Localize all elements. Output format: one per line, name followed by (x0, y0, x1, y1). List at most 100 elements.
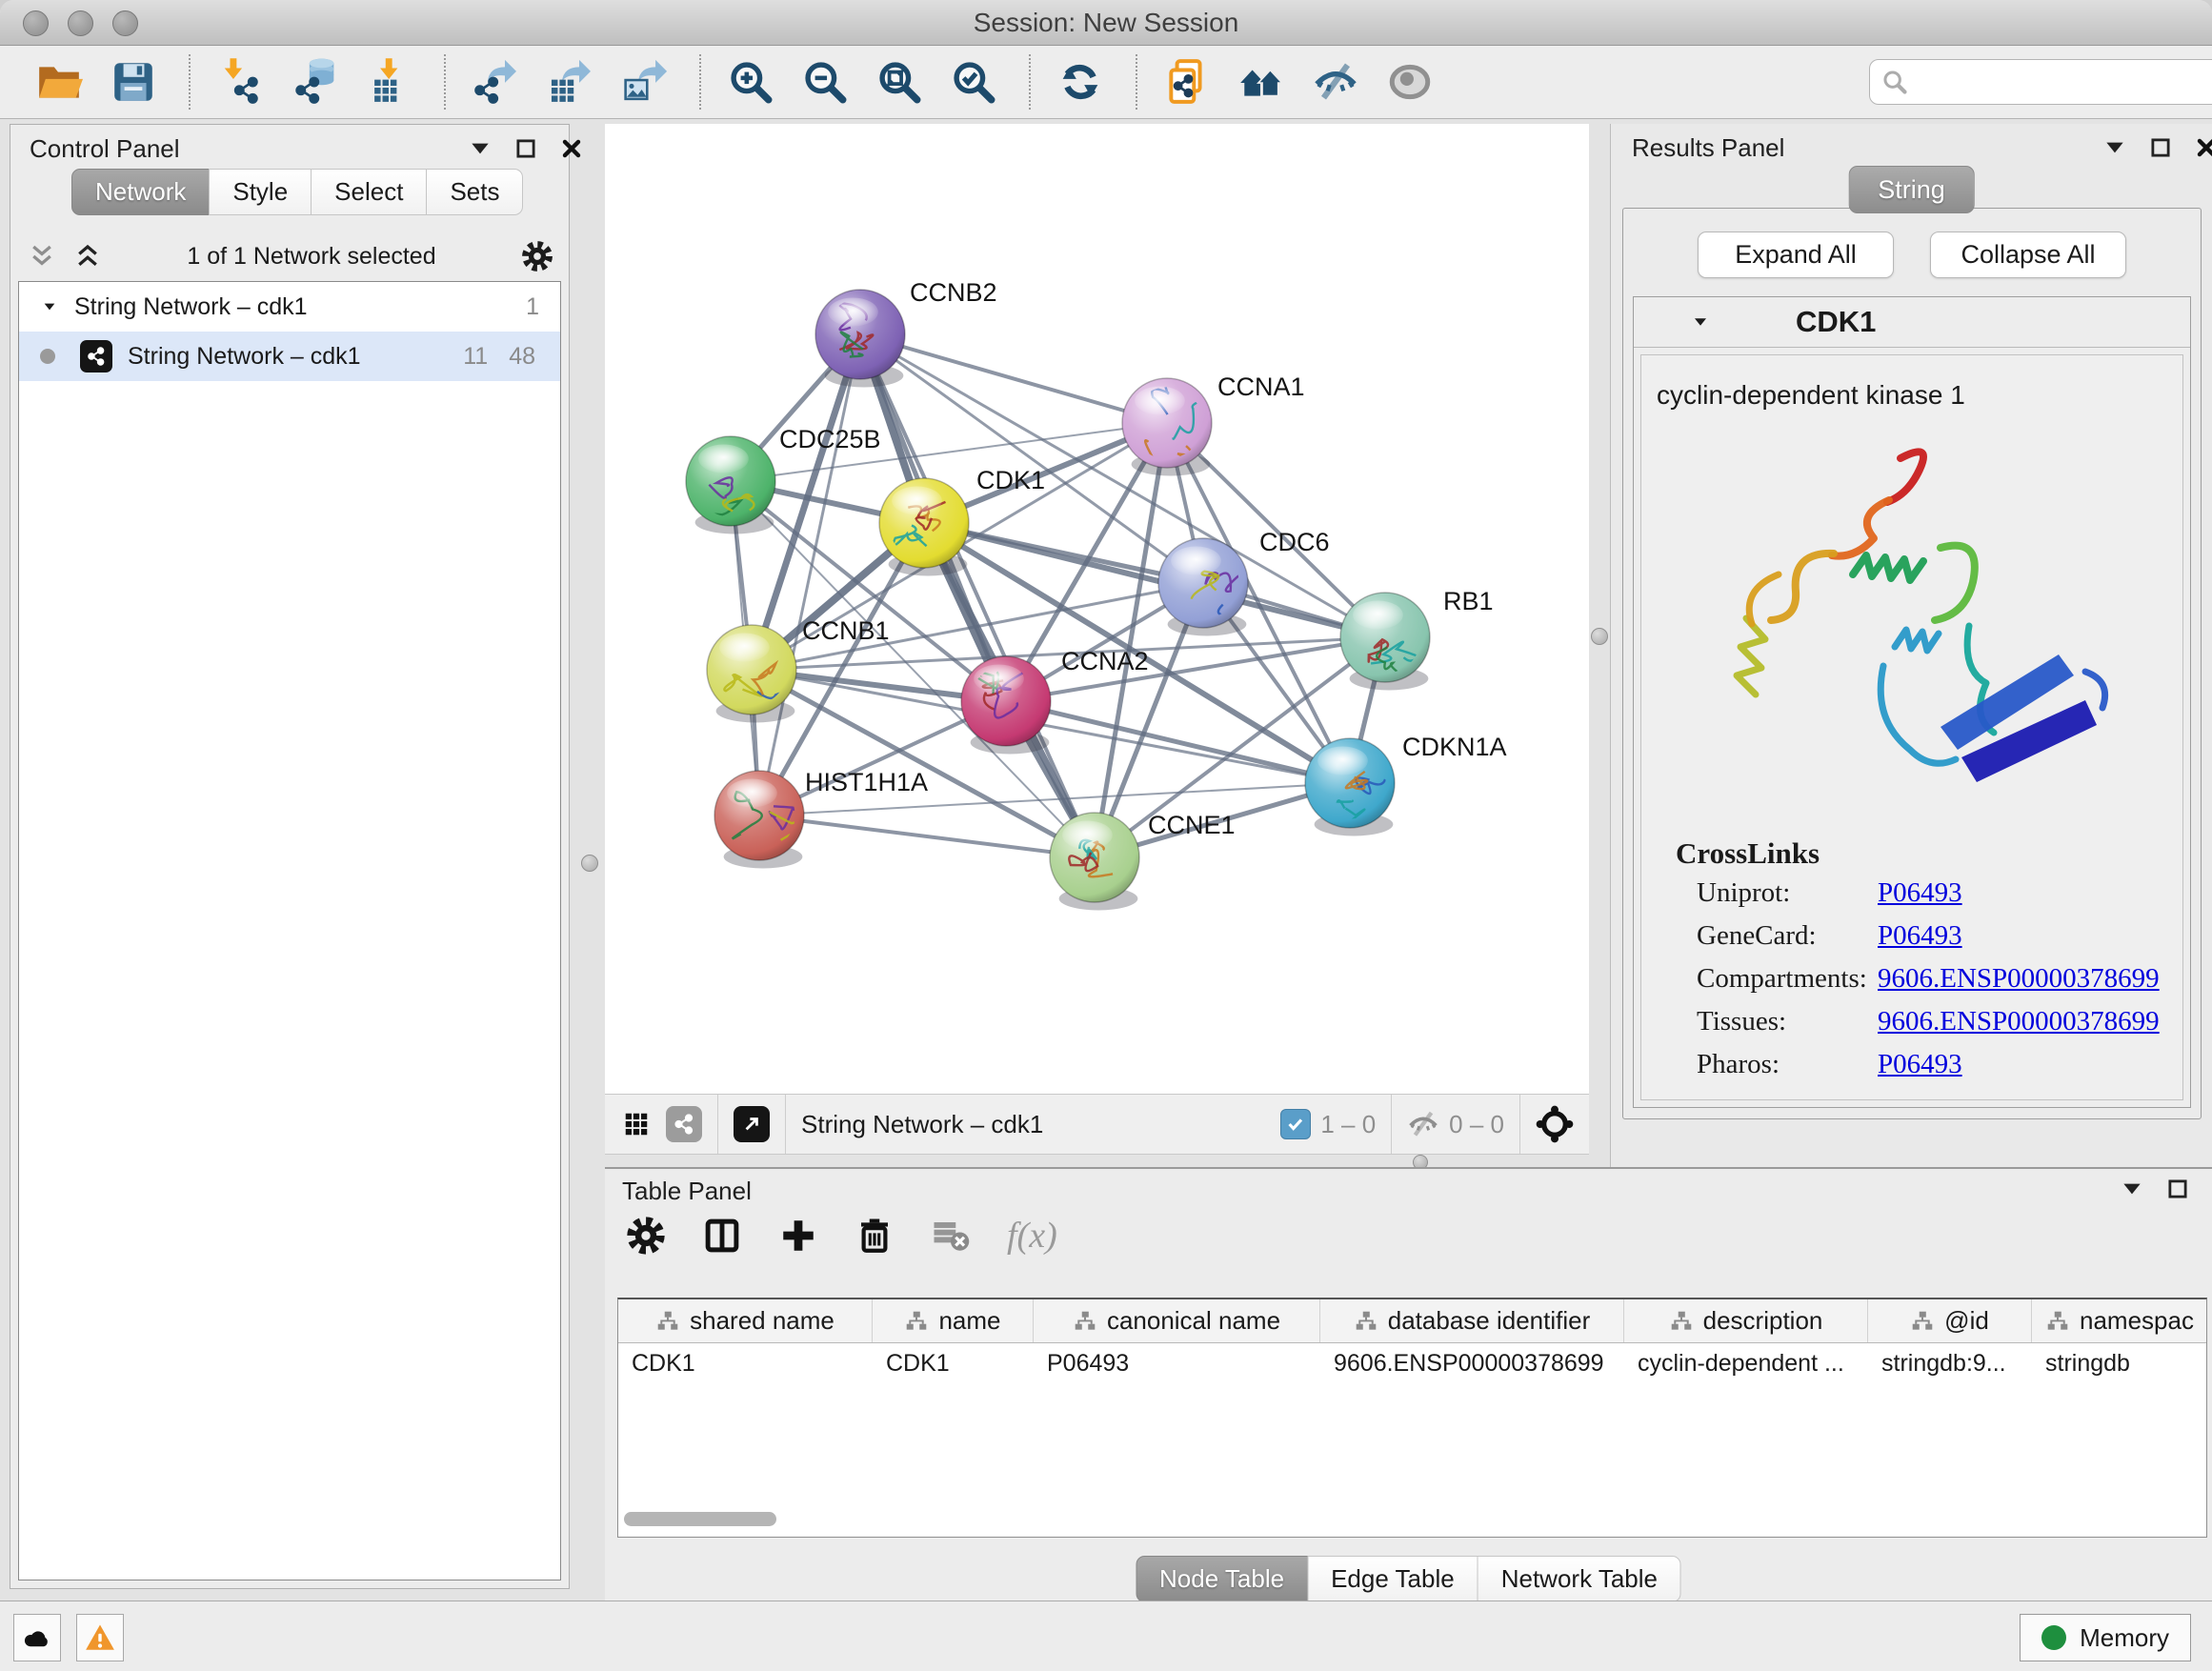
network-node-CCNB2[interactable]: CCNB2 (815, 278, 997, 387)
column-header-database-identifier[interactable]: database identifier (1320, 1299, 1624, 1342)
table-cell[interactable]: stringdb (2032, 1343, 2207, 1385)
zoom-out-button[interactable] (800, 57, 850, 107)
right-splitter-handle[interactable] (1591, 628, 1608, 645)
collection-count: 1 (526, 293, 539, 321)
network-type-icon[interactable] (666, 1106, 702, 1142)
zoom-fit-button[interactable] (875, 57, 924, 107)
crosslink-link[interactable]: P06493 (1878, 1049, 1962, 1080)
network-edge[interactable] (860, 334, 1167, 423)
float-panel-icon[interactable] (513, 136, 538, 161)
export-image-button[interactable] (619, 57, 669, 107)
search-input[interactable] (1908, 68, 2212, 97)
tab-node-table[interactable]: Node Table (1136, 1556, 1308, 1602)
network-row[interactable]: String Network – cdk1 11 48 (19, 332, 560, 381)
table-cell[interactable]: P06493 (1034, 1343, 1320, 1385)
tab-edge-table[interactable]: Edge Table (1307, 1556, 1478, 1602)
network-node-CCNA1[interactable]: CCNA1 (1122, 372, 1305, 475)
tab-sets[interactable]: Sets (426, 169, 523, 215)
network-node-RB1[interactable]: RB1 (1340, 587, 1494, 696)
hide-panel-button[interactable] (1311, 57, 1360, 107)
close-panel-icon[interactable] (559, 136, 584, 161)
crosslink-label: Tissues: (1697, 1006, 1786, 1037)
table-panel-title: Table Panel (622, 1177, 752, 1206)
float-panel-icon[interactable] (2148, 135, 2173, 160)
network-node-CDK1[interactable]: CDK1 (879, 466, 1045, 575)
crosslink-link[interactable]: 9606.ENSP00000378699 (1878, 1006, 2160, 1037)
warnings-button[interactable] (76, 1614, 124, 1661)
zoom-selected-button[interactable] (949, 57, 998, 107)
tab-style[interactable]: Style (209, 169, 312, 215)
node-label-CCNA1: CCNA1 (1217, 372, 1305, 401)
crosslink-row: Compartments:9606.ENSP00000378699 (1641, 963, 2182, 1006)
collapse-panel-icon[interactable] (2120, 1177, 2144, 1201)
crosslink-link[interactable]: 9606.ENSP00000378699 (1878, 963, 2160, 995)
network-view-toolbar: String Network – cdk1 1 – 0 0 – 0 (605, 1094, 1589, 1155)
network-node-HIST1H1A[interactable]: HIST1H1A (714, 768, 928, 868)
collapse-panel-icon[interactable] (468, 136, 493, 161)
open-session-button[interactable] (34, 57, 84, 107)
table-options-gear-icon[interactable] (626, 1216, 666, 1256)
export-table-button[interactable] (545, 57, 594, 107)
import-network-database-button[interactable] (290, 57, 339, 107)
float-panel-icon[interactable] (2165, 1177, 2190, 1201)
table-cell[interactable]: CDK1 (618, 1343, 873, 1385)
table-cell[interactable]: stringdb:9... (1868, 1343, 2032, 1385)
network-collection-row[interactable]: String Network – cdk1 1 (19, 282, 560, 332)
export-network-button[interactable] (471, 57, 520, 107)
home-button[interactable] (1237, 57, 1286, 107)
column-header--id[interactable]: @id (1868, 1299, 2032, 1342)
tab-string[interactable]: String (1848, 166, 1975, 213)
collapse-all-icon[interactable] (28, 242, 56, 271)
network-options-gear-icon[interactable] (521, 240, 553, 272)
network-node-CCNE1[interactable]: CCNE1 (1050, 811, 1236, 910)
network-edge[interactable] (759, 815, 1095, 857)
expander-icon[interactable] (40, 299, 59, 314)
table-cell[interactable]: CDK1 (873, 1343, 1034, 1385)
table-cell[interactable]: cyclin-dependent ... (1624, 1343, 1868, 1385)
tab-select[interactable]: Select (311, 169, 427, 215)
show-columns-icon[interactable] (702, 1216, 742, 1256)
expand-all-button[interactable]: Expand All (1698, 232, 1894, 278)
tab-network-table[interactable]: Network Table (1478, 1556, 1681, 1602)
column-header-description[interactable]: description (1624, 1299, 1868, 1342)
column-header-canonical-name[interactable]: canonical name (1034, 1299, 1320, 1342)
collapse-panel-icon[interactable] (2102, 135, 2127, 160)
string-import-button[interactable] (1162, 57, 1212, 107)
selected-checkbox[interactable] (1280, 1109, 1311, 1139)
collapse-section-icon[interactable] (1689, 313, 1712, 331)
refresh-button[interactable] (1056, 57, 1105, 107)
table-horizontal-scrollbar[interactable] (624, 1512, 776, 1526)
birdseye-toggle-icon[interactable] (1536, 1105, 1574, 1143)
column-header-shared-name[interactable]: shared name (618, 1299, 873, 1342)
network-node-CDC25B[interactable]: CDC25B (686, 425, 881, 534)
memory-button[interactable]: Memory (2020, 1614, 2191, 1661)
search-field[interactable] (1869, 59, 2212, 105)
show-panel-button[interactable] (1385, 57, 1435, 107)
crosslinks-title: CrossLinks (1676, 836, 1820, 871)
table-cell[interactable]: 9606.ENSP00000378699 (1320, 1343, 1624, 1385)
expand-all-icon[interactable] (73, 242, 102, 271)
zoom-in-button[interactable] (726, 57, 775, 107)
crosslink-link[interactable]: P06493 (1878, 920, 1962, 952)
column-header-name[interactable]: name (873, 1299, 1034, 1342)
delete-column-icon[interactable] (855, 1216, 895, 1256)
results-panel-title: Results Panel (1632, 133, 1784, 163)
left-splitter-handle[interactable] (581, 855, 598, 872)
cloud-status-button[interactable] (13, 1614, 61, 1661)
network-node-CDKN1A[interactable]: CDKN1A (1305, 733, 1507, 836)
table-row[interactable]: CDK1CDK1P064939606.ENSP00000378699cyclin… (618, 1343, 2206, 1385)
save-session-button[interactable] (109, 57, 158, 107)
network-canvas[interactable]: CCNB2CCNA1CDC25BCDK1CDC6RB1CCNB1CCNA2CDK… (605, 124, 1589, 1094)
import-network-file-button[interactable] (215, 57, 265, 107)
close-panel-icon[interactable] (2194, 135, 2212, 160)
collapse-all-button[interactable]: Collapse All (1930, 232, 2126, 278)
export-view-icon[interactable] (734, 1106, 770, 1142)
gene-section-header[interactable]: CDK1 (1634, 297, 2190, 348)
column-tree-icon (1073, 1309, 1097, 1334)
add-column-icon[interactable] (778, 1216, 818, 1256)
tab-network[interactable]: Network (71, 169, 210, 215)
crosslink-link[interactable]: P06493 (1878, 877, 1962, 909)
column-header-namespac[interactable]: namespac (2032, 1299, 2207, 1342)
birdseye-grid-icon[interactable] (618, 1106, 654, 1142)
import-table-file-button[interactable] (364, 57, 413, 107)
